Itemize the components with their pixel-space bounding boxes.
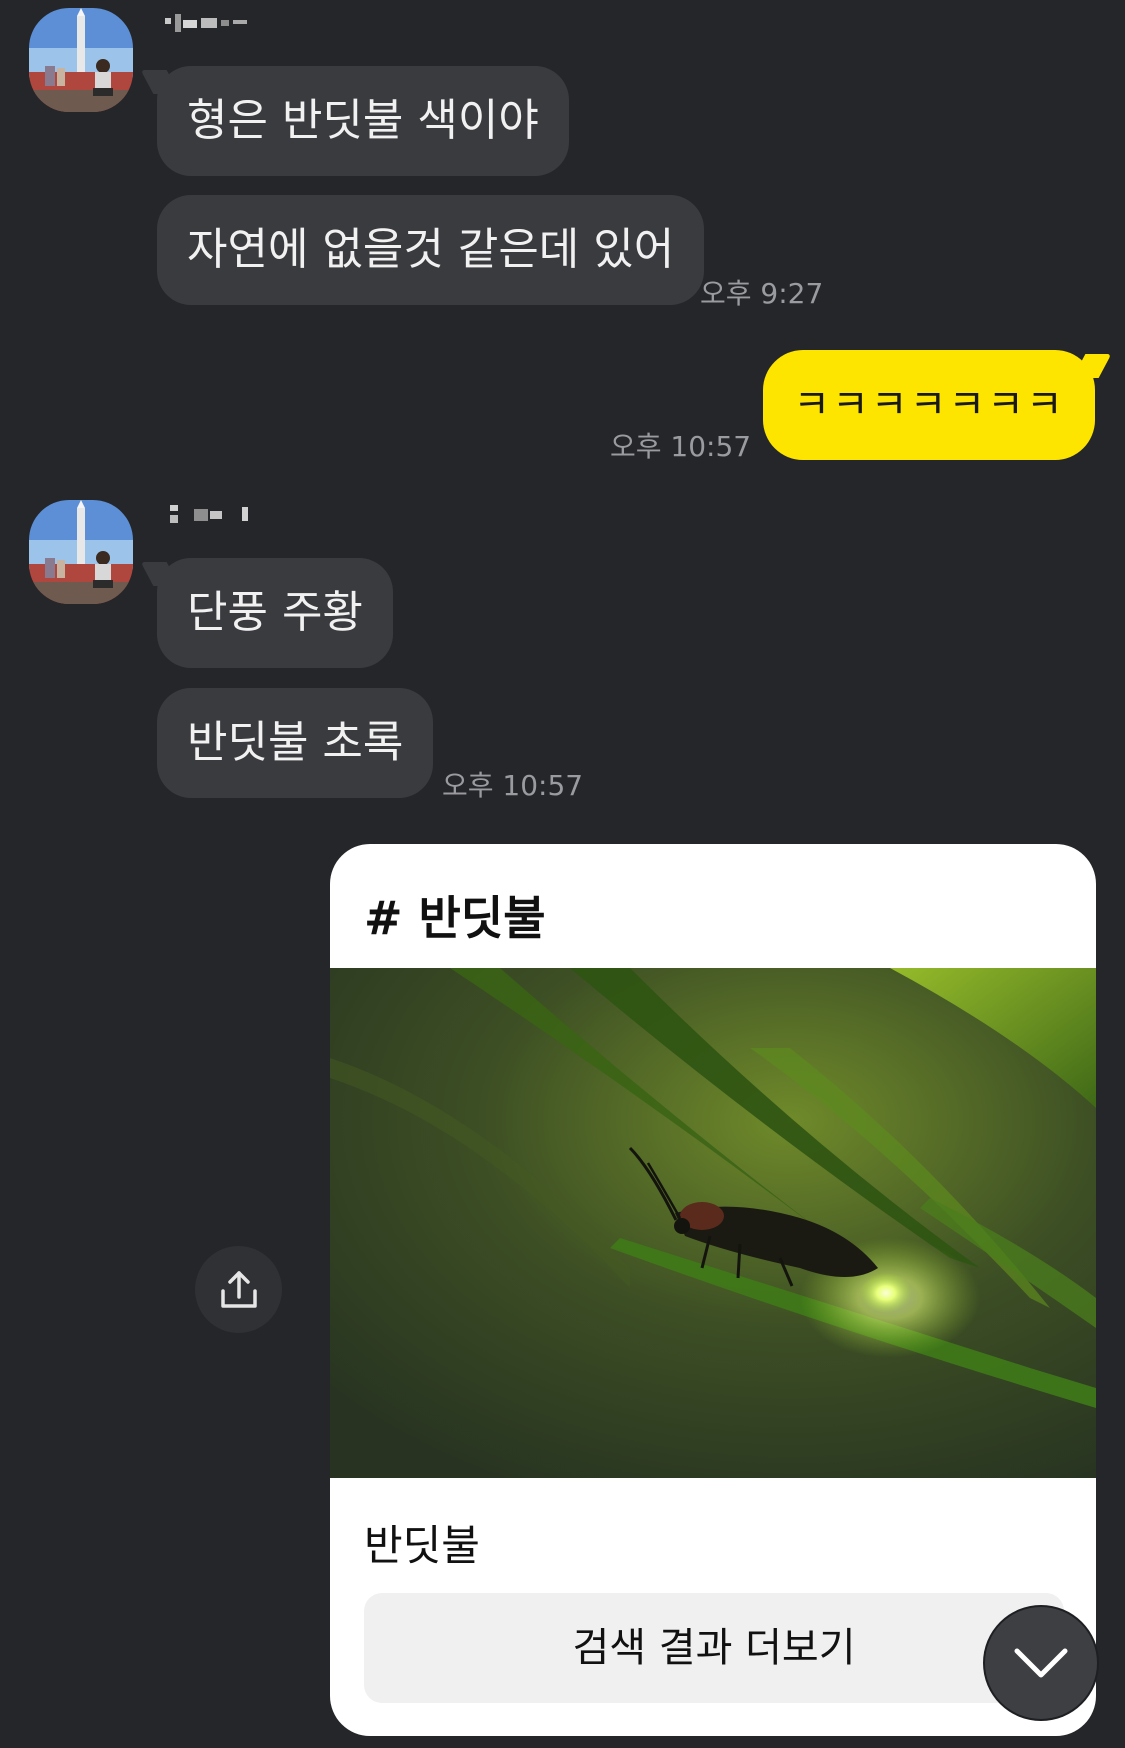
more-search-results-button[interactable]: 검색 결과 더보기 <box>364 1593 1064 1703</box>
scroll-to-bottom-button[interactable] <box>985 1607 1097 1719</box>
search-result-card[interactable]: # 반딧불 반딧불 검색 결과 더보기 <box>330 844 1096 1736</box>
received-message-bubble[interactable]: 단풍 주황 <box>157 558 393 668</box>
card-caption: 반딧불 <box>364 1521 480 1570</box>
sender-name-blurred <box>170 505 260 523</box>
message-timestamp: 오후 10:57 <box>442 769 584 802</box>
received-message-bubble[interactable]: 형은 반딧불 색이야 <box>157 66 569 176</box>
avatar-photo <box>29 8 133 112</box>
sender-avatar[interactable] <box>29 8 133 112</box>
chevron-down-icon <box>1014 1648 1068 1678</box>
received-message-bubble[interactable]: 반딧불 초록 <box>157 688 434 798</box>
message-timestamp: 오후 10:57 <box>610 430 752 463</box>
firefly-image[interactable] <box>330 968 1096 1478</box>
received-message-bubble[interactable]: 자연에 없을것 같은데 있어 <box>157 195 705 305</box>
sent-message-bubble[interactable]: ㅋㅋㅋㅋㅋㅋㅋ <box>763 350 1095 460</box>
message-timestamp: 오후 9:27 <box>700 277 824 310</box>
card-title: # 반딧불 <box>364 891 546 945</box>
share-button[interactable] <box>195 1246 282 1333</box>
sender-name-blurred <box>165 14 255 32</box>
sender-avatar[interactable] <box>29 500 133 604</box>
share-icon <box>220 1270 257 1308</box>
avatar-photo <box>29 500 133 604</box>
